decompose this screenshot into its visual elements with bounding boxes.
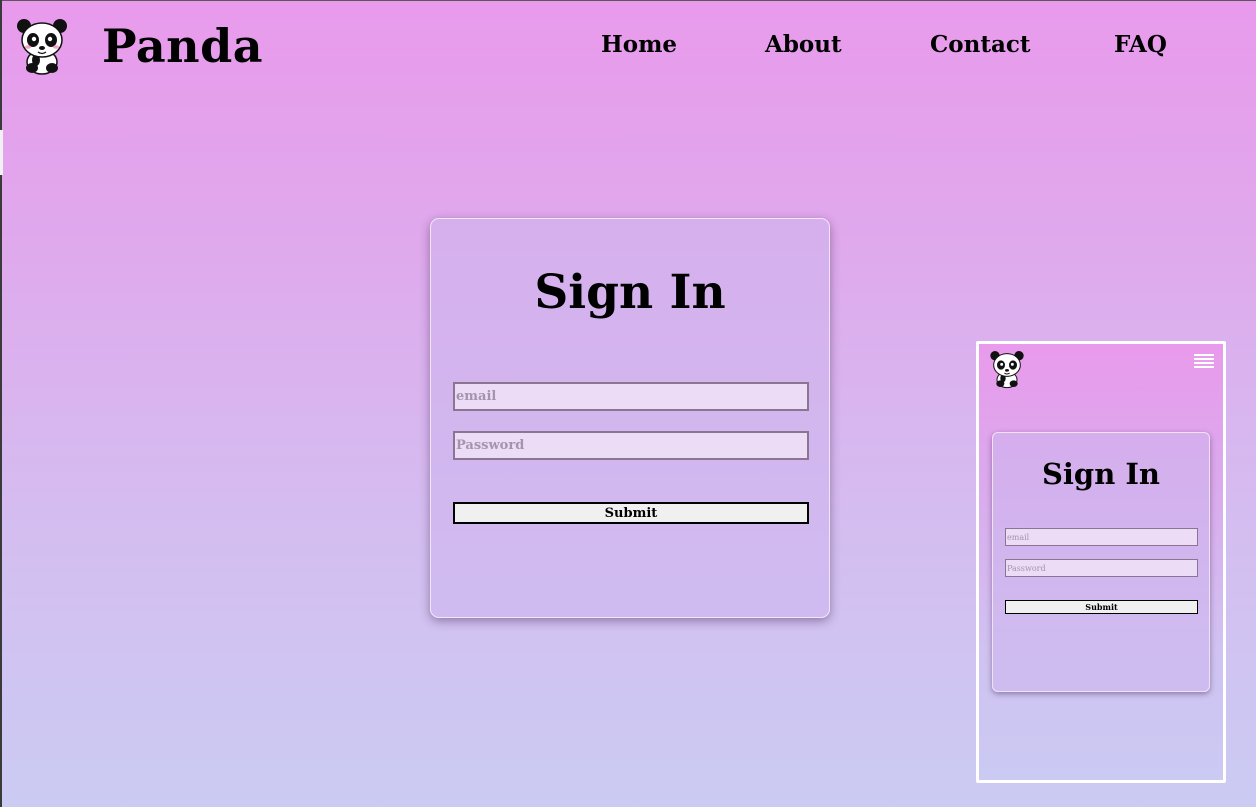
mobile-email-field[interactable] bbox=[1005, 528, 1198, 546]
nav-about-link[interactable]: About bbox=[765, 30, 842, 60]
hamburger-menu-icon[interactable] bbox=[1194, 354, 1214, 370]
mobile-submit-button[interactable]: Submit bbox=[1005, 600, 1198, 614]
signin-title: Sign In bbox=[534, 265, 726, 320]
nav-faq-link[interactable]: FAQ bbox=[1114, 30, 1167, 60]
signin-card: Sign In Submit bbox=[430, 218, 830, 618]
window-left-edge bbox=[0, 0, 2, 807]
nav-contact-link[interactable]: Contact bbox=[930, 30, 1031, 60]
brand-title[interactable]: Panda bbox=[102, 18, 263, 74]
mobile-signin-title: Sign In bbox=[1041, 457, 1161, 491]
window-edge-notch bbox=[0, 130, 3, 175]
window-top-edge bbox=[0, 0, 1256, 1]
mobile-preview: Sign In Submit bbox=[976, 341, 1226, 783]
panda-icon[interactable] bbox=[988, 349, 1026, 389]
mobile-password-field[interactable] bbox=[1005, 559, 1198, 577]
mobile-signin-card: Sign In Submit bbox=[992, 432, 1210, 692]
password-field[interactable] bbox=[453, 431, 809, 460]
submit-button[interactable]: Submit bbox=[453, 502, 809, 524]
nav-home-link[interactable]: Home bbox=[601, 30, 677, 60]
panda-icon[interactable] bbox=[14, 16, 70, 76]
email-field[interactable] bbox=[453, 382, 809, 411]
